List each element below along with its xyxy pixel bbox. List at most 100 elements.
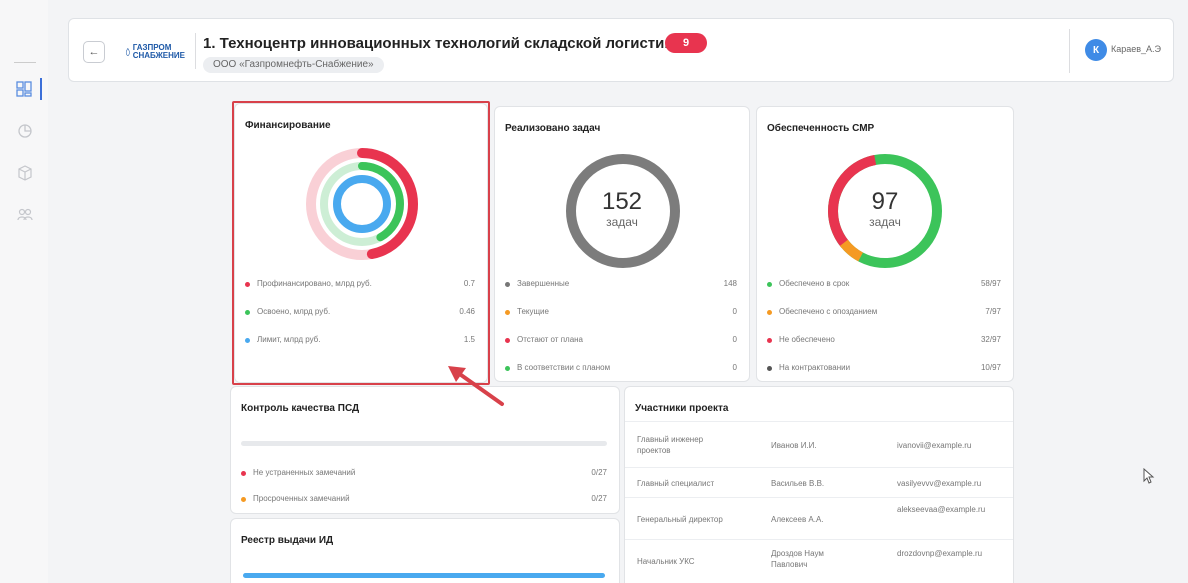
sidebar bbox=[0, 0, 48, 583]
legend-dot bbox=[767, 282, 772, 287]
box-icon[interactable] bbox=[14, 162, 36, 184]
financing-card[interactable]: Финансирование Профинансировано, млрд ру… bbox=[234, 103, 488, 383]
participant-role: Начальник УКС bbox=[637, 557, 695, 566]
legend-dot bbox=[245, 310, 250, 315]
table-row: Главный специалист Васильев В.В. vasilye… bbox=[625, 467, 1013, 497]
smr-center: 97 задач bbox=[757, 188, 1013, 230]
participants-card[interactable]: Участники проекта Главный инженер проект… bbox=[624, 386, 1014, 583]
tasks-unit: задач bbox=[606, 215, 638, 229]
id-registry-progress-bar bbox=[243, 573, 605, 578]
legend-label: Обеспечено в срок bbox=[779, 279, 850, 288]
user-divider bbox=[1069, 29, 1070, 73]
organization-chip: ООО «Газпромнефть-Снабжение» bbox=[203, 57, 384, 73]
page-title: 1. Техноцентр инновационных технологий с… bbox=[203, 35, 682, 52]
legend-dot bbox=[241, 471, 246, 476]
participant-name: Дроздов Наум Павлович bbox=[771, 549, 824, 569]
legend-item: Просроченных замечаний 0/27 bbox=[241, 493, 607, 507]
legend-label: Текущие bbox=[517, 307, 549, 316]
legend-value: 0.46 bbox=[459, 307, 475, 316]
legend-item: Обеспечено с опозданием 7/97 bbox=[767, 306, 1001, 320]
legend-value: 10/97 bbox=[980, 363, 1001, 372]
smr-card[interactable]: Обеспеченность СМР 97 задач Обеспечено в… bbox=[756, 106, 1014, 382]
legend-value: 32/97 bbox=[980, 335, 1001, 344]
logo-line-2: СНАБЖЕНИЕ bbox=[132, 51, 185, 60]
psd-title: Контроль качества ПСД bbox=[241, 403, 360, 414]
legend-item: Отстают от плана 0 bbox=[505, 334, 737, 348]
legend-item: Профинансировано, млрд руб. 0.7 bbox=[245, 278, 475, 292]
legend-value: 0/27 bbox=[591, 468, 607, 477]
participant-email[interactable]: drozdovnp@example.ru bbox=[897, 548, 989, 559]
smr-total: 97 bbox=[871, 188, 899, 215]
legend-label: Обеспечено с опозданием bbox=[779, 307, 878, 316]
legend-label: Завершенные bbox=[517, 279, 570, 288]
legend-item: Освоено, млрд руб. 0.46 bbox=[245, 306, 475, 320]
legend-item: Обеспечено в срок 58/97 bbox=[767, 278, 1001, 292]
legend-item: Не устраненных замечаний 0/27 bbox=[241, 467, 607, 481]
legend-label: Лимит, млрд руб. bbox=[257, 335, 321, 344]
participant-name: Васильев В.В. bbox=[771, 479, 825, 488]
dashboard-icon[interactable] bbox=[8, 78, 42, 100]
users-icon[interactable] bbox=[14, 204, 36, 226]
legend-value: 58/97 bbox=[980, 279, 1001, 288]
mouse-cursor-icon bbox=[1143, 468, 1155, 484]
legend-value: 7/97 bbox=[985, 307, 1001, 316]
participant-name: Иванов И.И. bbox=[771, 441, 817, 450]
participant-role: Главный инженер проектов bbox=[637, 435, 704, 455]
pie-chart-icon[interactable] bbox=[14, 120, 36, 142]
tasks-card[interactable]: Реализовано задач 152 задач Завершенные … bbox=[494, 106, 750, 382]
flame-icon bbox=[125, 47, 130, 56]
user-name[interactable]: Караев_А.Э bbox=[1111, 44, 1161, 54]
tasks-total: 152 bbox=[601, 188, 643, 215]
legend-value: 1.5 bbox=[463, 335, 475, 344]
legend-dot bbox=[245, 338, 250, 343]
legend-item: Завершенные 148 bbox=[505, 278, 737, 292]
legend-item: В соответствии с планом 0 bbox=[505, 362, 737, 376]
legend-dot bbox=[767, 338, 772, 343]
back-button[interactable]: ← bbox=[83, 41, 105, 63]
sidebar-divider bbox=[14, 62, 36, 63]
id-registry-card[interactable]: Реестр выдачи ИД bbox=[230, 518, 620, 583]
financing-ring-chart bbox=[306, 148, 418, 260]
legend-label: Не обеспечено bbox=[779, 335, 835, 344]
table-row: Генеральный директор Алексеев А.А. aleks… bbox=[625, 497, 1013, 539]
legend-dot bbox=[245, 282, 250, 287]
legend-value: 148 bbox=[723, 279, 737, 288]
legend-label: Отстают от плана bbox=[517, 335, 584, 344]
user-avatar[interactable]: К bbox=[1085, 39, 1107, 61]
legend-label: В соответствии с планом bbox=[517, 363, 611, 372]
participant-role: Главный специалист bbox=[637, 479, 715, 488]
table-row: Начальник УКС Дроздов Наум Павлович droz… bbox=[625, 539, 1013, 583]
legend-value: 0.7 bbox=[463, 279, 475, 288]
legend-label: Освоено, млрд руб. bbox=[257, 307, 331, 316]
legend-dot bbox=[505, 310, 510, 315]
legend-label: Просроченных замечаний bbox=[253, 494, 350, 503]
participant-email[interactable]: alekseevaa@example.ru bbox=[897, 504, 989, 515]
legend-item: Лимит, млрд руб. 1.5 bbox=[245, 334, 475, 348]
smr-unit: задач bbox=[869, 215, 901, 229]
psd-progress-bar bbox=[241, 441, 607, 446]
participant-name: Алексеев А.А. bbox=[771, 515, 824, 524]
company-logo: ГАЗПРОМ СНАБЖЕНИЕ bbox=[125, 37, 185, 67]
legend-dot bbox=[767, 310, 772, 315]
legend-label: Не устраненных замечаний bbox=[253, 468, 356, 477]
legend-item: На контрактовании 10/97 bbox=[767, 362, 1001, 376]
legend-label: Профинансировано, млрд руб. bbox=[257, 279, 372, 288]
legend-value: 0/27 bbox=[591, 494, 607, 503]
legend-dot bbox=[241, 497, 246, 502]
tasks-title: Реализовано задач bbox=[505, 123, 601, 134]
id-registry-title: Реестр выдачи ИД bbox=[241, 535, 334, 546]
header-divider bbox=[195, 33, 196, 69]
legend-value: 0 bbox=[732, 363, 737, 372]
participant-email[interactable]: vasilyevvv@example.ru bbox=[897, 478, 1005, 489]
notification-badge[interactable]: 9 bbox=[665, 33, 707, 53]
participants-title: Участники проекта bbox=[635, 403, 729, 414]
financing-title: Финансирование bbox=[245, 120, 331, 131]
participant-email[interactable]: ivanovii@example.ru bbox=[897, 440, 1005, 451]
table-row: Главный инженер проектов Иванов И.И. iva… bbox=[625, 421, 1013, 467]
smr-title: Обеспеченность СМР bbox=[767, 123, 875, 134]
tasks-center: 152 задач bbox=[495, 188, 749, 230]
psd-quality-card[interactable]: Контроль качества ПСД Не устраненных зам… bbox=[230, 386, 620, 514]
annotation-arrow-icon bbox=[448, 366, 504, 406]
legend-dot bbox=[505, 338, 510, 343]
legend-label: На контрактовании bbox=[779, 363, 851, 372]
